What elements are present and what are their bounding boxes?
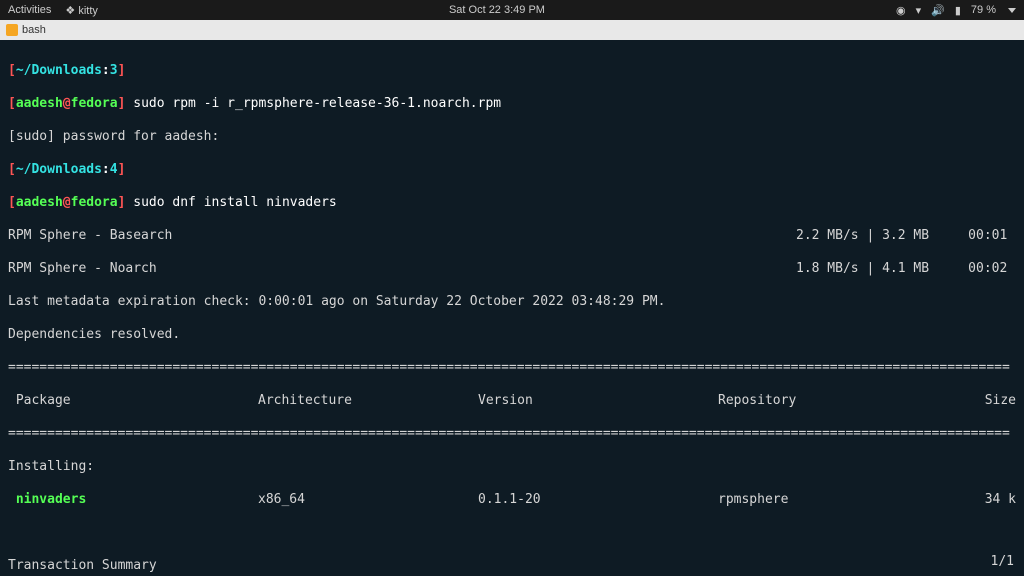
output-line: Transaction Summary: [8, 558, 1016, 575]
volume-icon: 🔊: [931, 4, 945, 17]
prompt-line: [aadesh@fedora] sudo dnf install ninvade…: [8, 195, 1016, 212]
gnome-topbar: Activities ❖ kitty Sat Oct 22 3:49 PM ◉ …: [0, 0, 1024, 20]
col-size: Size: [956, 393, 1016, 410]
prompt-line: [~/Downloads:4]: [8, 162, 1016, 179]
progress-counter: 1/1: [991, 554, 1014, 571]
clock[interactable]: Sat Oct 22 3:49 PM: [98, 4, 896, 16]
output-line: Installing:: [8, 459, 1016, 476]
prompt-line: [aadesh@fedora] sudo rpm -i r_rpmsphere-…: [8, 96, 1016, 113]
output-line: Last metadata expiration check: 0:00:01 …: [8, 294, 1016, 311]
battery-icon: ▮: [955, 4, 961, 17]
table-header: Package Architecture Version Repository …: [8, 393, 1016, 410]
window-title: bash: [22, 24, 46, 36]
col-arch: Architecture: [258, 393, 478, 410]
output-line: Dependencies resolved.: [8, 327, 1016, 344]
divider: ========================================…: [8, 360, 1016, 377]
wifi-icon: ▾: [916, 4, 922, 17]
output-line: [sudo] password for aadesh:: [8, 129, 1016, 146]
output-line: RPM Sphere - Basearch2.2 MB/s | 3.2 MB 0…: [8, 228, 1016, 245]
table-row: ninvaders x86_64 0.1.1-20 rpmsphere 34 k: [8, 492, 1016, 509]
chevron-down-icon: [1008, 8, 1016, 13]
terminal[interactable]: [~/Downloads:3] [aadesh@fedora] sudo rpm…: [0, 40, 1024, 576]
prompt-line: [~/Downloads:3]: [8, 63, 1016, 80]
accessibility-icon: ◉: [896, 4, 906, 17]
battery-percent: 79 %: [971, 4, 996, 16]
terminal-icon: ❖: [65, 5, 75, 17]
pkg-name: ninvaders: [8, 492, 258, 509]
col-repo: Repository: [718, 393, 956, 410]
divider: ========================================…: [8, 426, 1016, 443]
app-name: kitty: [78, 5, 98, 17]
app-menu[interactable]: ❖ kitty: [65, 4, 98, 17]
activities-button[interactable]: Activities: [8, 4, 51, 16]
blank-line: [8, 525, 1016, 542]
col-package: Package: [8, 393, 258, 410]
system-tray[interactable]: ◉ ▾ 🔊 ▮ 79 %: [896, 4, 1016, 17]
window-titlebar[interactable]: bash: [0, 20, 1024, 40]
output-line: RPM Sphere - Noarch1.8 MB/s | 4.1 MB 00:…: [8, 261, 1016, 278]
col-version: Version: [478, 393, 718, 410]
kitty-icon: [6, 24, 18, 36]
